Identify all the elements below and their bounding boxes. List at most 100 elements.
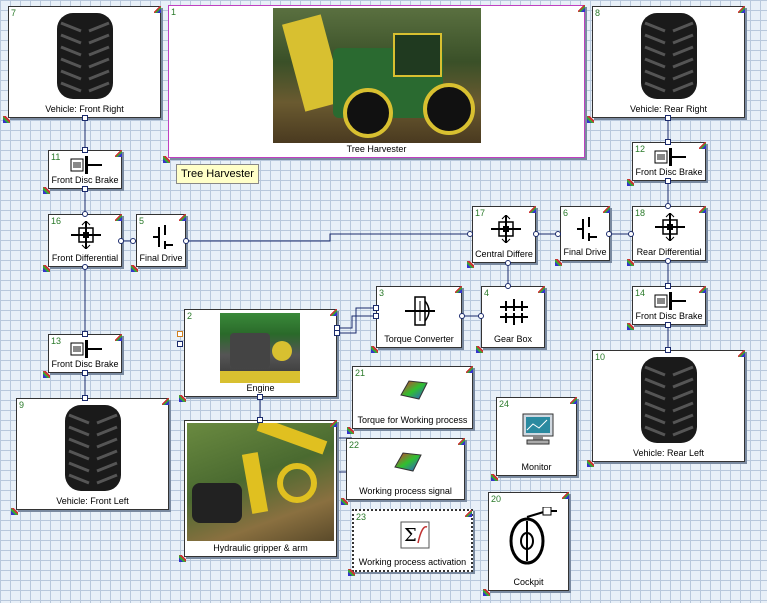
corner-marker [578, 5, 585, 12]
port[interactable] [373, 305, 379, 311]
corner-marker [455, 286, 462, 293]
port[interactable] [82, 211, 88, 217]
block-label: Final Drive [563, 247, 607, 257]
block-number: 17 [475, 208, 486, 218]
port[interactable] [118, 238, 124, 244]
port[interactable] [606, 231, 612, 237]
block-number: 21 [355, 368, 366, 378]
port[interactable] [628, 231, 634, 237]
port[interactable] [177, 341, 183, 347]
rear-left-tire-block[interactable]: 10 Vehicle: Rear Left [587, 350, 745, 467]
gear-box-block[interactable]: 4 Gear Box [476, 286, 545, 353]
port[interactable] [665, 178, 671, 184]
port[interactable] [373, 313, 379, 319]
port[interactable] [183, 238, 189, 244]
block-number: 8 [595, 8, 601, 18]
final-drive-icon [153, 225, 173, 249]
port[interactable] [334, 330, 340, 336]
corner-marker [555, 259, 562, 266]
tire-icon [65, 405, 121, 491]
port[interactable] [177, 331, 183, 337]
corner-marker [115, 214, 122, 221]
corner-marker [115, 334, 122, 341]
block-number: 18 [635, 208, 646, 218]
cockpit-block[interactable]: 20 Cockpit [483, 492, 569, 596]
block-label: Vehicle: Front Left [56, 496, 129, 506]
port[interactable] [665, 139, 671, 145]
block-number: 3 [379, 288, 385, 298]
tire-icon [641, 13, 697, 99]
block-number: 16 [51, 216, 62, 226]
working-process-activation-block[interactable]: 23 Σ Working process activation [348, 509, 473, 576]
corner-marker [587, 116, 594, 123]
port[interactable] [467, 231, 473, 237]
port[interactable] [665, 258, 671, 264]
port[interactable] [505, 283, 511, 289]
block-label: Hydraulic gripper & arm [213, 543, 308, 553]
port[interactable] [665, 115, 671, 121]
corner-marker [476, 346, 483, 353]
port[interactable] [257, 394, 263, 400]
port[interactable] [665, 347, 671, 353]
monitor-block[interactable]: 24 Monitor [491, 397, 577, 481]
port[interactable] [665, 203, 671, 209]
corner-marker [3, 116, 10, 123]
port[interactable] [665, 283, 671, 289]
port[interactable] [533, 231, 539, 237]
port[interactable] [459, 313, 465, 319]
hydraulic-gripper-block[interactable]: Hydraulic gripper & arm [179, 420, 337, 562]
corner-marker [627, 259, 634, 266]
port[interactable] [82, 115, 88, 121]
port[interactable] [555, 231, 561, 237]
disc-brake-icon [70, 156, 102, 174]
rear-right-tire-block[interactable]: 8 Vehicle: Rear Right [587, 6, 745, 123]
working-process-signal-block[interactable]: 22 Working process signal [341, 438, 465, 505]
final-drive-5-block[interactable]: 5 Final Drive [131, 214, 186, 272]
block-label: Rear Differential [636, 247, 702, 257]
port[interactable] [82, 147, 88, 153]
front-disc-brake-13-block[interactable]: 13 Front Disc Brake [43, 334, 122, 378]
front-disc-brake-11-block[interactable]: 11 Front Disc Brake [43, 150, 122, 194]
corner-marker [483, 589, 490, 596]
corner-marker [162, 398, 169, 405]
rear-differential-block[interactable]: 18 Rear Differential [627, 206, 706, 266]
corner-marker [330, 309, 337, 316]
disc-brake-icon [654, 148, 686, 166]
block-number: 10 [595, 352, 606, 362]
gripper-photo [187, 423, 334, 541]
port[interactable] [505, 260, 511, 266]
block-label: Working process activation [358, 557, 467, 567]
tree-harvester-block[interactable]: 1 Tree Harvester [163, 5, 585, 163]
port[interactable] [478, 313, 484, 319]
port[interactable] [257, 417, 263, 423]
front-left-tire-block[interactable]: 9 Vehicle: Front Left [11, 398, 169, 515]
block-label: Cockpit [513, 577, 544, 587]
port[interactable] [82, 264, 88, 270]
corner-marker [738, 6, 745, 13]
front-differential-block[interactable]: 16 Front Differential [43, 214, 122, 272]
corner-marker [43, 187, 50, 194]
block-number: 7 [11, 8, 17, 18]
port[interactable] [130, 238, 136, 244]
corner-marker [43, 265, 50, 272]
final-drive-6-block[interactable]: 6 Final Drive [555, 206, 610, 266]
corner-marker [538, 286, 545, 293]
front-right-tire-block[interactable]: 7 Vehicle: Front Right [3, 6, 161, 123]
front-disc-brake-14-block[interactable]: 14 Front Disc Brake [627, 286, 706, 330]
torque-working-process-block[interactable]: 21 Torque for Working process [347, 366, 473, 434]
corner-marker [131, 265, 138, 272]
port[interactable] [82, 186, 88, 192]
block-number: 6 [563, 208, 569, 218]
torque-converter-block[interactable]: 3 Torque Converter [371, 286, 462, 353]
port[interactable] [82, 370, 88, 376]
engine-block[interactable]: 2 Engine [179, 309, 337, 402]
port[interactable] [82, 331, 88, 337]
corner-marker [738, 350, 745, 357]
front-disc-brake-12-block[interactable]: 12 Front Disc Brake [627, 142, 706, 186]
block-number: 24 [499, 399, 510, 409]
block-number: 11 [51, 152, 61, 162]
central-differential-block[interactable]: 17 Central Differe [467, 206, 536, 268]
corner-marker [627, 179, 634, 186]
port[interactable] [82, 395, 88, 401]
port[interactable] [665, 322, 671, 328]
